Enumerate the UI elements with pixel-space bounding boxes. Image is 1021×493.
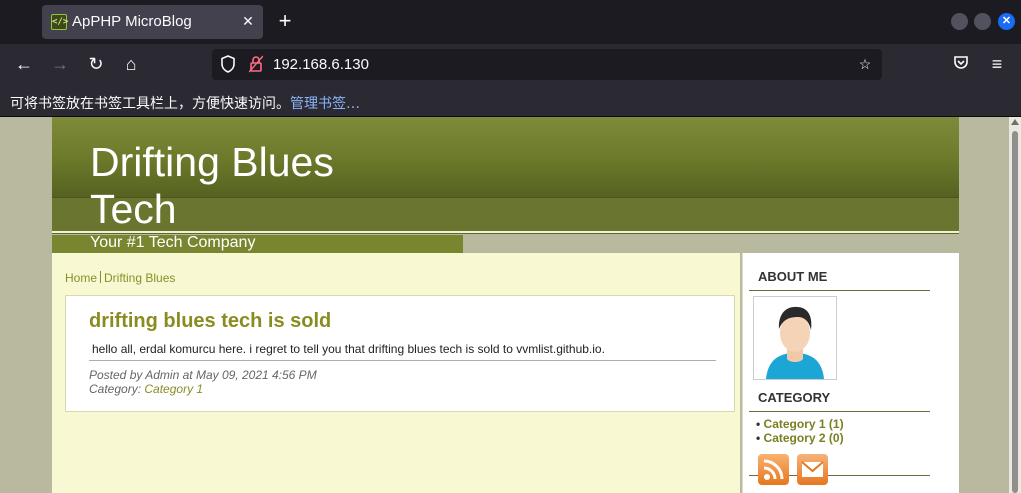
breadcrumb-separator (100, 271, 102, 283)
shield-icon[interactable] (219, 55, 237, 73)
category-item[interactable]: • Category 2 (0) (756, 431, 844, 445)
star-icon[interactable]: ☆ (856, 55, 874, 73)
about-me-heading: ABOUT ME (758, 269, 828, 284)
breadcrumb-home-link[interactable]: Home (65, 271, 97, 285)
back-icon[interactable]: ← (13, 53, 35, 75)
post-category-link[interactable]: Category 1 (144, 382, 203, 396)
forward-icon[interactable]: → (49, 53, 71, 75)
site-title-line-1: Drifting Blues (90, 139, 334, 185)
home-icon[interactable]: ⌂ (120, 53, 142, 75)
reload-icon[interactable]: ↻ (85, 53, 107, 75)
post-category-row: Category: Category 1 (89, 382, 317, 396)
scrollbar-thumb[interactable] (1012, 131, 1018, 493)
slogan-bar: Your #1 Tech Company (52, 234, 463, 253)
category-count: (1) (828, 417, 844, 431)
post-category-label: Category: (89, 382, 142, 396)
insecure-lock-icon[interactable] (247, 55, 265, 73)
site-header: Drifting Blues Tech (52, 117, 959, 234)
bookmark-toolbar: 可将书签放在书签工具栏上，方便快速访问。管理书签… (0, 85, 1021, 117)
post-meta: Posted by Admin at May 09, 2021 4:56 PM … (89, 368, 317, 396)
breadcrumb-current-link[interactable]: Drifting Blues (104, 271, 175, 285)
breadcrumb: Home Drifting Blues (65, 271, 175, 285)
site-title[interactable]: Drifting Blues Tech (90, 139, 410, 233)
blog-post: drifting blues tech is sold hello all, e… (65, 295, 735, 412)
close-tab-icon[interactable]: ✕ (239, 12, 257, 30)
close-window-button[interactable]: ✕ (998, 13, 1015, 30)
site-slogan: Your #1 Tech Company (90, 234, 256, 251)
url-text[interactable]: 192.168.6.130 (273, 56, 369, 73)
category-link[interactable]: Category 2 (764, 431, 826, 445)
about-me-divider (749, 290, 930, 291)
site-favicon-icon: </> (51, 14, 68, 30)
pocket-icon[interactable] (950, 53, 972, 75)
address-bar[interactable]: 192.168.6.130 ☆ (212, 49, 882, 80)
browser-tab[interactable]: </> ApPHP MicroBlog ✕ (42, 5, 263, 39)
avatar (753, 296, 837, 380)
navigation-bar: ← → ↻ ⌂ 192.168.6.130 ☆ ≡ (0, 44, 1021, 85)
mail-icon[interactable] (797, 454, 828, 485)
category-list: • Category 1 (1) • Category 2 (0) (756, 417, 844, 445)
tab-bar: </> ApPHP MicroBlog ✕ + ✕ (0, 0, 1021, 44)
post-body: hello all, erdal komurcu here. i regret … (92, 342, 605, 356)
category-heading: CATEGORY (758, 390, 831, 405)
manage-bookmarks-link[interactable]: 管理书签… (290, 96, 360, 112)
post-author-date: Posted by Admin at May 09, 2021 4:56 PM (89, 368, 317, 382)
tab-title: ApPHP MicroBlog (72, 13, 192, 30)
bookmark-toolbar-hint: 可将书签放在书签工具栏上，方便快速访问。管理书签… (10, 93, 360, 113)
scroll-up-icon[interactable] (1011, 119, 1019, 125)
category-count: (0) (828, 431, 844, 445)
user-avatar-icon (766, 306, 824, 379)
category-item[interactable]: • Category 1 (1) (756, 417, 844, 431)
category-link[interactable]: Category 1 (764, 417, 826, 431)
menu-icon[interactable]: ≡ (986, 53, 1008, 75)
bookmark-hint-text: 可将书签放在书签工具栏上，方便快速访问。 (10, 96, 290, 112)
page-scrollbar[interactable] (1009, 117, 1021, 493)
maximize-window-button[interactable] (974, 13, 991, 30)
web-page: Drifting Blues Tech Your #1 Tech Company… (0, 117, 1021, 493)
new-tab-plus-icon[interactable]: + (275, 10, 295, 32)
site-title-line-2: Tech (90, 186, 177, 232)
category-divider (749, 411, 930, 412)
post-title[interactable]: drifting blues tech is sold (89, 310, 331, 333)
minimize-window-button[interactable] (951, 13, 968, 30)
post-divider (89, 360, 716, 361)
main-content: Home Drifting Blues drifting blues tech i… (52, 253, 740, 493)
sidebar: ABOUT ME CATEGORY • Category 1 (1) • Cat… (742, 253, 959, 493)
rss-icon[interactable] (758, 454, 789, 485)
